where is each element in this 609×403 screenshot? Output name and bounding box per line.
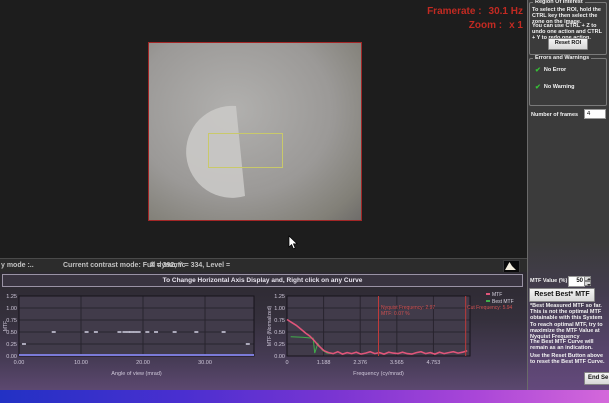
check-icon: ✔	[535, 84, 541, 91]
end-session-button[interactable]: End Se	[584, 372, 609, 385]
zoom-value: x 1	[509, 19, 523, 33]
roi-group-title: Region Of Interest	[533, 0, 585, 5]
svg-text:0.25: 0.25	[6, 342, 17, 348]
best-mtf-note-3: The Best MTF Curve will remain as an ind…	[530, 339, 608, 351]
no-error-label: No Error	[544, 67, 566, 73]
taskbar-gradient	[0, 390, 609, 403]
no-warning-row: ✔No Warning	[535, 83, 575, 91]
svg-text:MTF: MTF	[3, 321, 9, 331]
framerate-value: 30.1 Hz	[489, 5, 523, 19]
svg-text:MTF: 0.07 %: MTF: 0.07 %	[381, 311, 410, 317]
svg-text:4.753: 4.753	[427, 360, 441, 366]
svg-text:Frequency (cy/mrad): Frequency (cy/mrad)	[353, 371, 404, 377]
display-mode-text: y mode :..	[1, 262, 34, 269]
framerate-readout: Framerate :30.1 Hz	[320, 5, 523, 19]
svg-text:2.376: 2.376	[353, 360, 367, 366]
svg-text:10.00: 10.00	[74, 360, 88, 366]
svg-text:0: 0	[285, 360, 288, 366]
check-icon: ✔	[535, 67, 541, 74]
no-error-row: ✔No Error	[535, 66, 566, 74]
zoom-readout: Zoom :x 1	[320, 19, 523, 33]
svg-text:0.00: 0.00	[274, 354, 285, 360]
svg-text:1.25: 1.25	[274, 294, 285, 300]
roi-group: Region Of Interest To select the ROI, ho…	[529, 2, 607, 55]
status-bar: y mode :.. Current contrast mode: Full d…	[0, 258, 527, 273]
svg-text:1.188: 1.188	[317, 360, 331, 366]
reset-roi-button[interactable]: Reset ROI	[548, 38, 588, 50]
app-window: Framerate :30.1 Hz Zoom :x 1 y mode :.. …	[0, 0, 609, 403]
mtf-value-input[interactable]: 50	[568, 276, 585, 287]
svg-text:1.00: 1.00	[274, 306, 285, 312]
svg-text:MTF: MTF	[492, 292, 502, 298]
half-disc-target	[149, 43, 361, 220]
errors-warnings-group: Errors and Warnings ✔No Error ✔No Warnin…	[529, 58, 607, 106]
mtf-value-label: MTF Value (%)	[530, 278, 567, 284]
svg-text:0.75: 0.75	[274, 318, 285, 324]
best-mtf-note-1: *Best Measured MTF so far. This is not t…	[530, 303, 608, 321]
roi-rectangle[interactable]	[208, 133, 283, 168]
svg-text:30.00: 30.00	[198, 360, 212, 366]
cursor-coords-text: X = 392, Y = 334, Level =	[150, 262, 230, 269]
mtf-value-stepper[interactable]	[584, 276, 591, 287]
svg-text:Best MTF: Best MTF	[492, 299, 514, 305]
stepper-down-icon[interactable]	[584, 281, 591, 286]
number-of-frames-label: Number of frames	[531, 112, 578, 118]
svg-text:Cut Frequency: 5.94: Cut Frequency: 5.94	[467, 305, 513, 311]
errors-group-title: Errors and Warnings	[533, 55, 591, 61]
svg-text:3.565: 3.565	[390, 360, 404, 366]
svg-text:1.00: 1.00	[6, 306, 17, 312]
camera-readout: Framerate :30.1 Hz Zoom :x 1	[320, 5, 523, 33]
svg-text:20.00: 20.00	[136, 360, 150, 366]
svg-text:0.00: 0.00	[14, 360, 25, 366]
reset-best-mtf-button[interactable]: Reset Best* MTF	[529, 288, 595, 302]
number-of-frames-input[interactable]	[584, 109, 606, 119]
fov-mtf-chart[interactable]: 0.000.250.500.751.001.250.0010.0020.0030…	[0, 285, 264, 390]
svg-text:0.50: 0.50	[274, 330, 285, 336]
mouse-cursor	[288, 235, 299, 251]
no-warning-label: No Warning	[544, 84, 575, 90]
charts-section: To Change Horizontal Axis Display and, R…	[0, 272, 527, 390]
camera-image[interactable]	[148, 42, 362, 221]
svg-text:MTF (Normalized): MTF (Normalized)	[267, 306, 273, 347]
frequency-mtf-chart[interactable]: 0.00 0.25 0.50 0.75 1.00 1.25 0 1.188 2.376 3.565…	[264, 285, 527, 390]
svg-text:Angle of view (mrad): Angle of view (mrad)	[111, 371, 162, 377]
svg-text:0.25: 0.25	[274, 342, 285, 348]
control-panel: Region Of Interest To select the ROI, ho…	[527, 0, 609, 390]
svg-text:1.25: 1.25	[6, 294, 17, 300]
best-mtf-note-2: To reach optimal MTF, try to maximize th…	[530, 322, 608, 340]
best-mtf-note-4: Use the Reset Button above to reset the …	[530, 353, 608, 365]
